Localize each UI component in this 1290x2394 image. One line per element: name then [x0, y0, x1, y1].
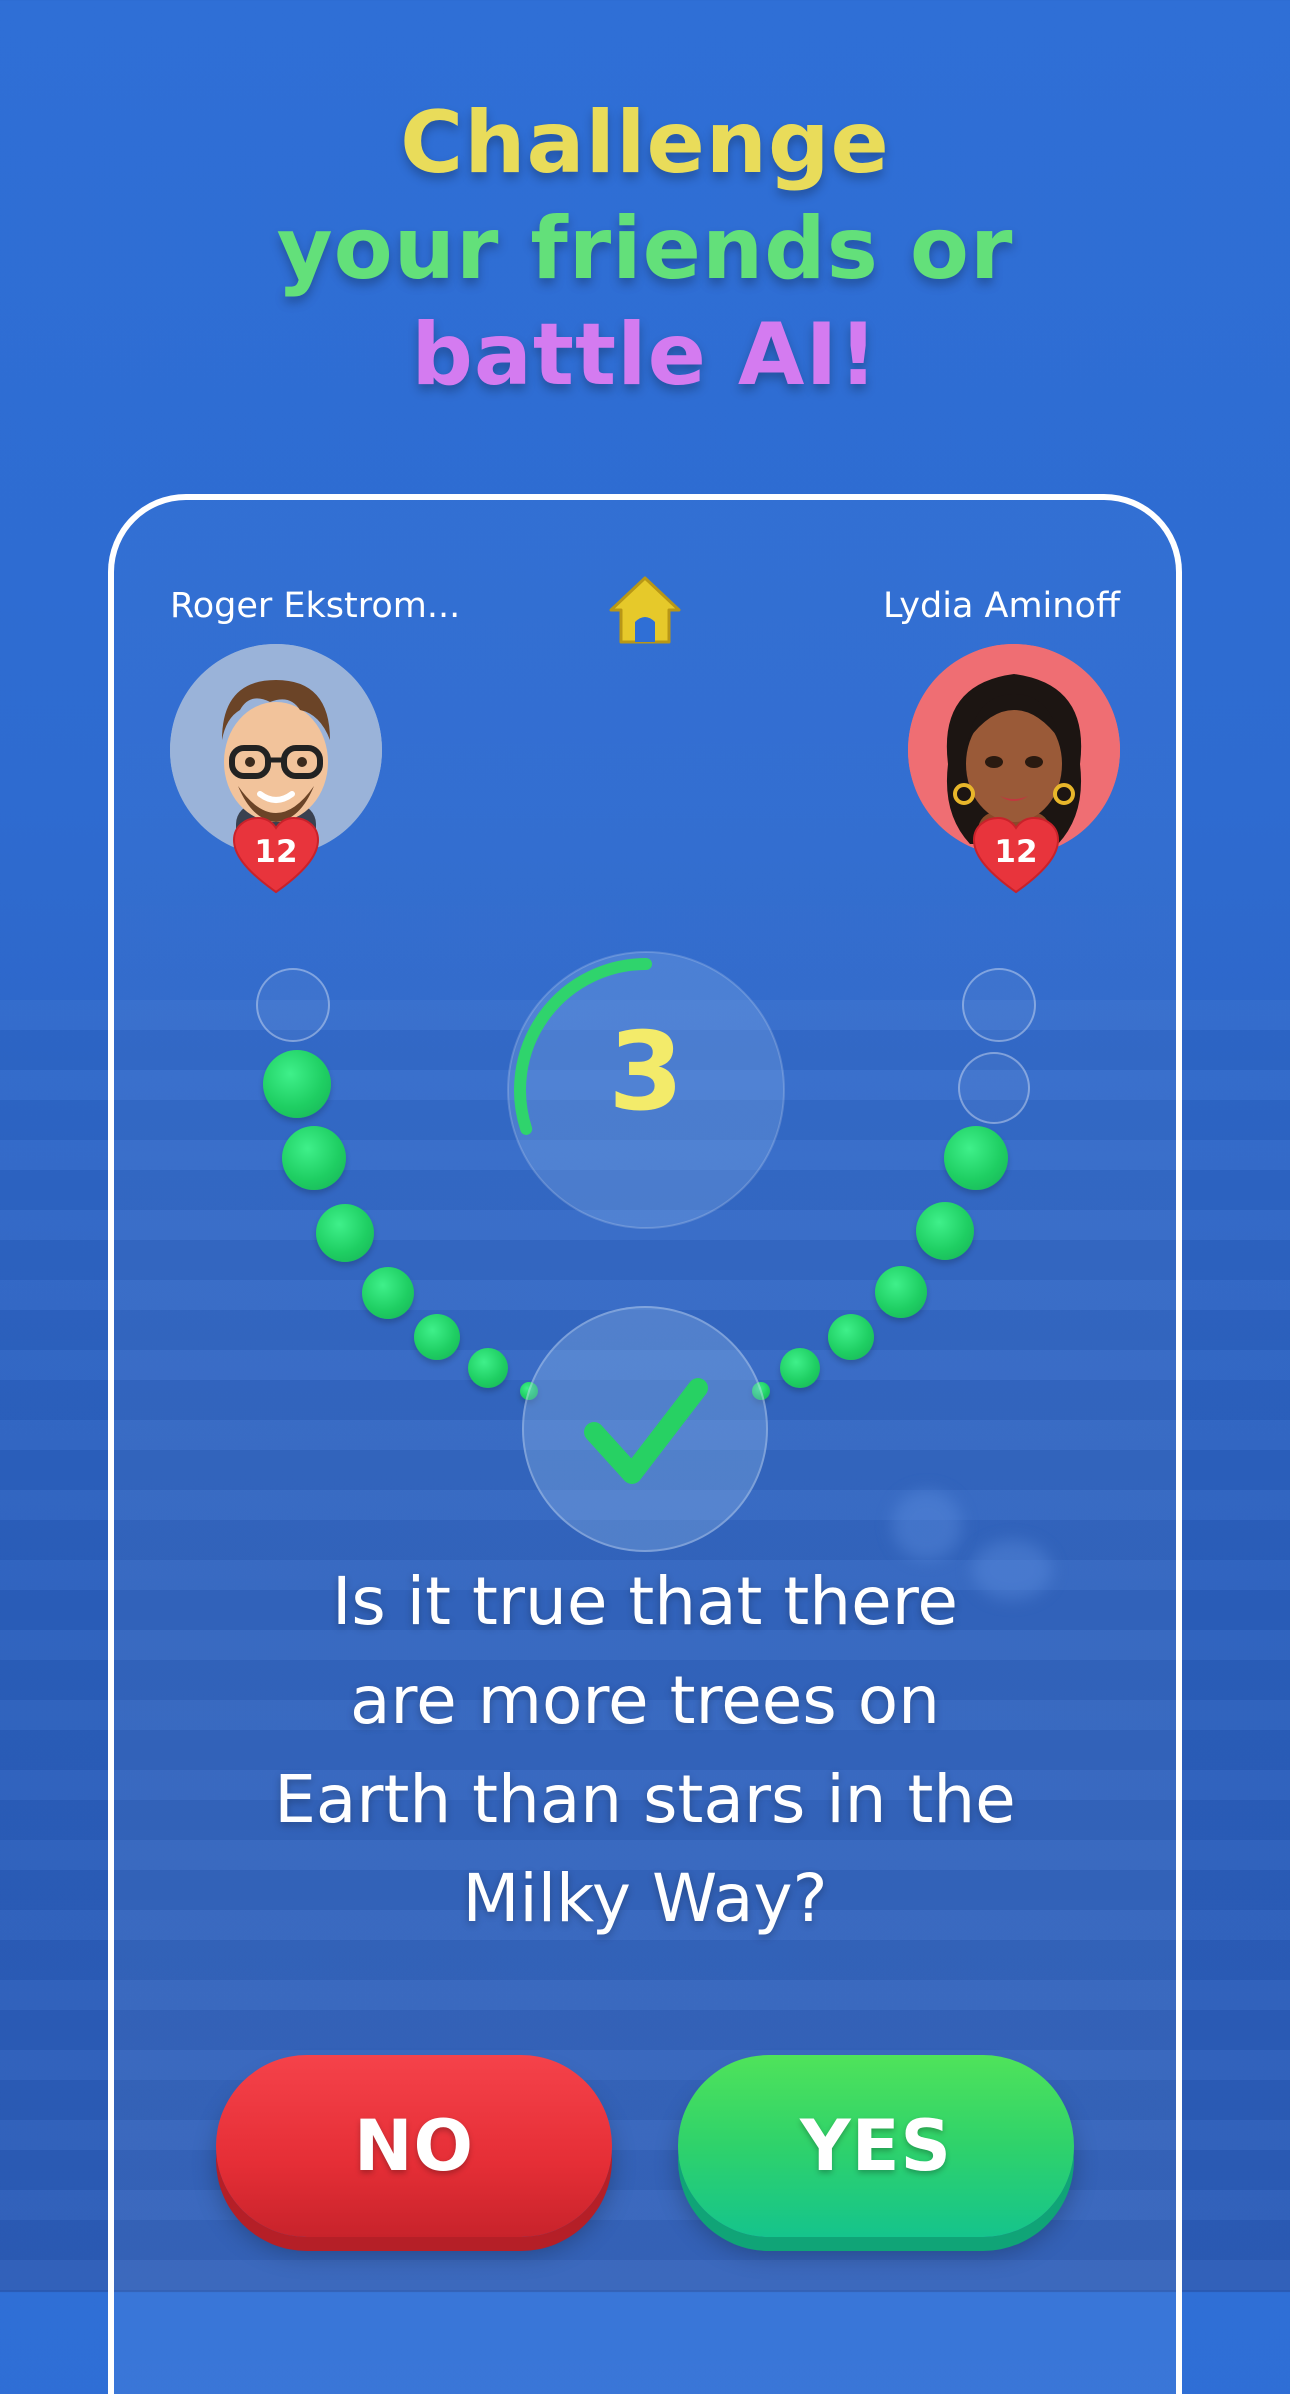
progress-dot — [263, 1050, 331, 1118]
lives-count-left: 12 — [254, 834, 298, 870]
progress-dot — [944, 1126, 1008, 1190]
progress-dot-empty — [962, 968, 1036, 1042]
progress-dot — [916, 1202, 974, 1260]
lives-count-right: 12 — [994, 834, 1038, 870]
player-right-name: Lydia Aminoff — [883, 586, 1120, 626]
question-line1: Is it true that there — [331, 1563, 959, 1640]
headline: Challenge your friends or battle AI! — [0, 90, 1290, 408]
progress-dot — [780, 1348, 820, 1388]
no-button[interactable]: NO — [216, 2055, 612, 2237]
progress-dot-empty — [958, 1052, 1030, 1124]
headline-line2: your friends or — [276, 199, 1014, 299]
home-icon[interactable] — [605, 570, 685, 650]
timer-value: 3 — [608, 1010, 684, 1135]
progress-dot — [875, 1266, 927, 1318]
progress-dot — [414, 1314, 460, 1360]
progress-dot — [828, 1314, 874, 1360]
progress-dot — [282, 1126, 346, 1190]
heart-icon: 12 — [972, 816, 1060, 896]
question-text: Is it true that there are more trees on … — [200, 1552, 1090, 1948]
bokeh-light — [892, 1490, 962, 1560]
question-line2: are more trees on — [349, 1662, 940, 1739]
player-left-name: Roger Ekstrom... — [170, 586, 461, 626]
yes-button[interactable]: YES — [678, 2055, 1074, 2237]
progress-dot — [468, 1348, 508, 1388]
progress-dot — [316, 1204, 374, 1262]
question-line3: Earth than stars in the — [274, 1761, 1016, 1838]
check-icon — [584, 1378, 708, 1484]
heart-icon: 12 — [232, 816, 320, 896]
headline-line1: Challenge — [400, 93, 890, 193]
progress-dot-empty — [256, 968, 330, 1042]
question-line4: Milky Way? — [462, 1860, 828, 1937]
headline-line3: battle AI! — [411, 305, 879, 405]
answer-status — [522, 1306, 768, 1552]
progress-dot — [362, 1267, 414, 1319]
